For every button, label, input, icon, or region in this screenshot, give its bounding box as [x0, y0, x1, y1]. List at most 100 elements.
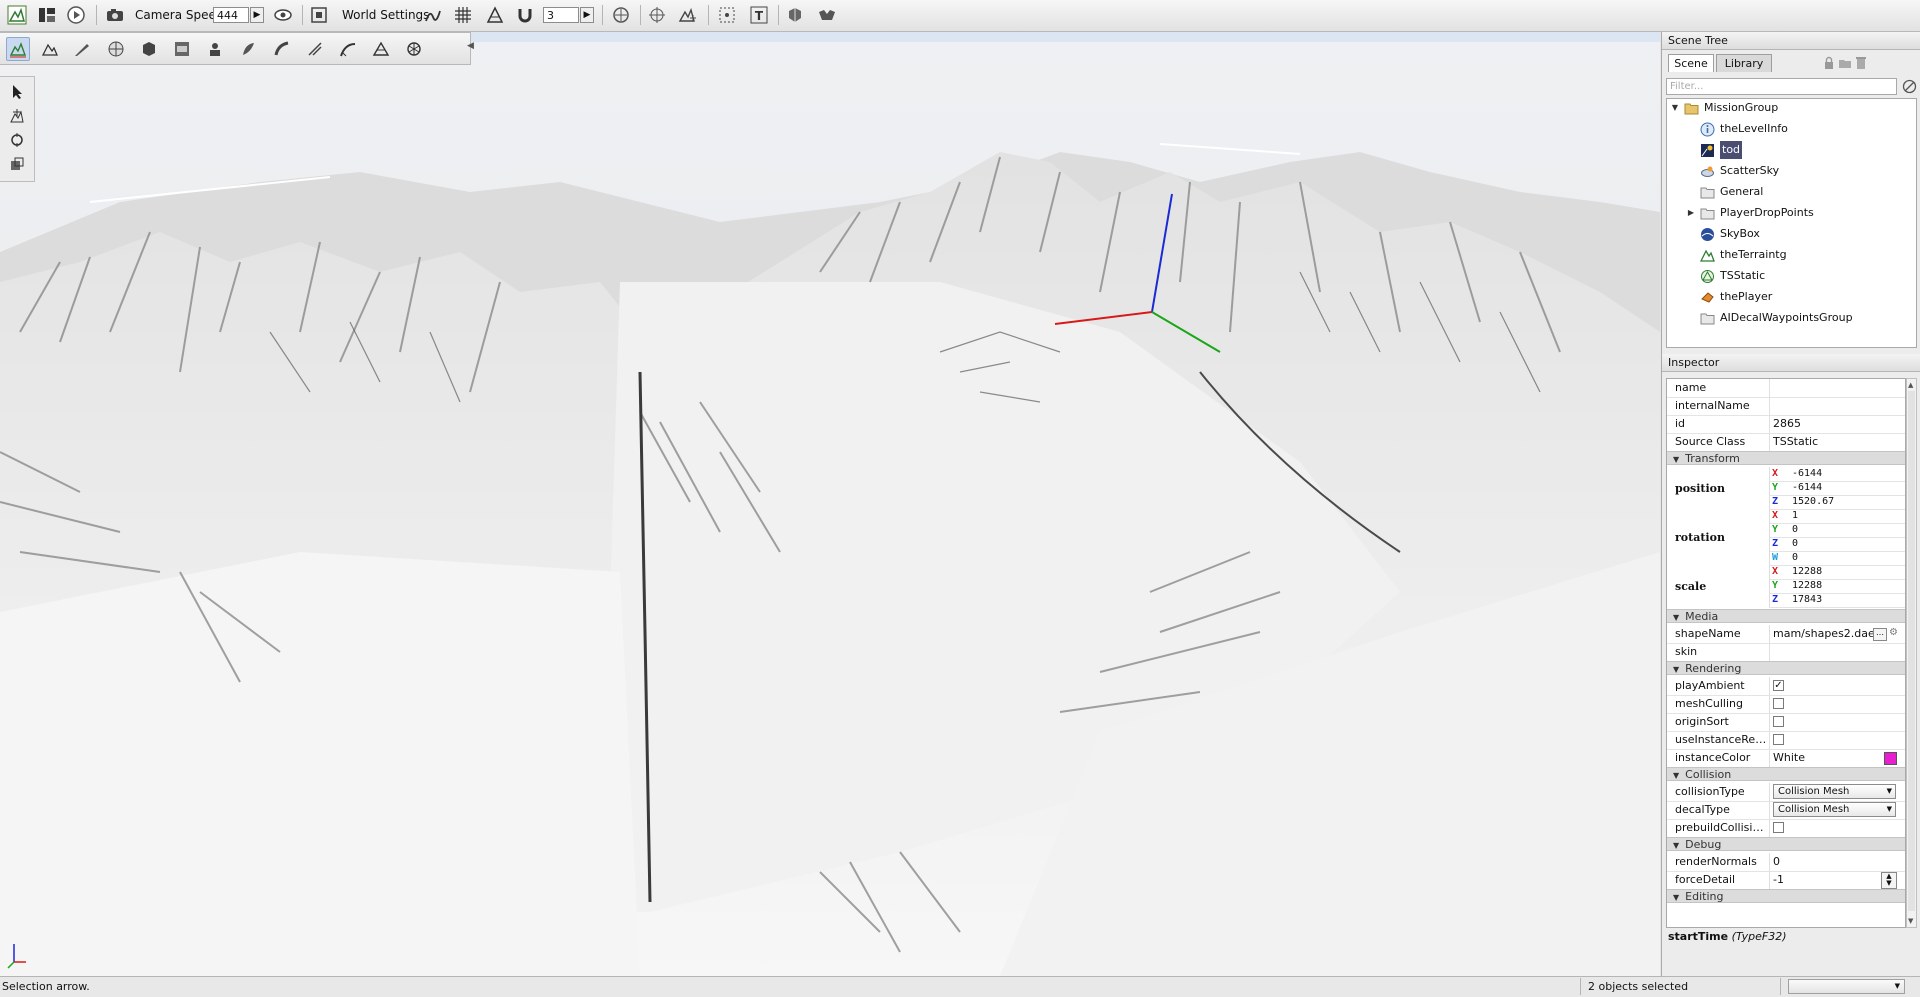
- decaltype-dropdown[interactable]: Collision Mesh ▼: [1773, 802, 1896, 817]
- useinstancerender-checkbox[interactable]: [1773, 734, 1784, 745]
- field-useinstancerender[interactable]: useInstanceRend...: [1667, 731, 1905, 750]
- field-rendernormals[interactable]: renderNormals 0: [1667, 853, 1905, 872]
- terrain-painter-icon[interactable]: [70, 37, 94, 61]
- field-instancecolor[interactable]: instanceColor White: [1667, 749, 1905, 768]
- field-collisiontype[interactable]: collisionType Collision Mesh ▼: [1667, 783, 1905, 802]
- visibility-eye-icon[interactable]: [272, 4, 294, 26]
- magnet-icon[interactable]: [514, 4, 536, 26]
- expand-missiongroup-icon[interactable]: ▼: [1670, 103, 1680, 113]
- scale-y[interactable]: Y 12288: [1769, 579, 1905, 594]
- instance-color-swatch[interactable]: [1884, 752, 1897, 765]
- move-tool-icon[interactable]: [5, 105, 29, 127]
- drop-at-camera-icon[interactable]: [816, 4, 838, 26]
- field-shapename[interactable]: shapeName mam/shapes2.dae … ⚙: [1667, 625, 1905, 644]
- datablock-editor-icon[interactable]: [170, 37, 194, 61]
- scale-z[interactable]: Z 17843: [1769, 593, 1905, 608]
- position-x[interactable]: X -6144: [1769, 467, 1905, 482]
- world-settings-label[interactable]: World Settings: [342, 8, 429, 22]
- tab-scene[interactable]: Scene: [1668, 54, 1714, 72]
- terrain-editor-icon[interactable]: [38, 37, 62, 61]
- inspector-scrollbar[interactable]: ▲ ▼: [1906, 378, 1917, 928]
- playambient-checkbox[interactable]: ✓: [1773, 680, 1784, 691]
- camera-speed-input[interactable]: 444: [213, 7, 249, 23]
- tree-item-scattersky[interactable]: ScatterSky: [1699, 162, 1779, 180]
- camera-icon[interactable]: [104, 4, 126, 26]
- tree-item-theterraintg[interactable]: theTerraintg: [1699, 246, 1787, 264]
- fit-view-icon[interactable]: [308, 4, 330, 26]
- browse-file-icon[interactable]: …: [1873, 628, 1887, 641]
- sketch-tool-icon[interactable]: [137, 37, 161, 61]
- tab-library[interactable]: Library: [1716, 54, 1772, 72]
- snap-value-increase-button[interactable]: ▶: [580, 7, 594, 23]
- collisiontype-dropdown[interactable]: Collision Mesh ▼: [1773, 784, 1896, 799]
- clear-filter-icon[interactable]: [1902, 79, 1917, 94]
- snap-bounds-icon[interactable]: [484, 4, 506, 26]
- snap-value-input[interactable]: 3: [543, 7, 579, 23]
- status-dropdown[interactable]: ▼: [1788, 979, 1905, 994]
- category-debug[interactable]: ▼ Debug: [1667, 837, 1905, 851]
- category-media[interactable]: ▼ Media: [1667, 609, 1905, 623]
- field-originsort[interactable]: originSort: [1667, 713, 1905, 732]
- material-editor-icon[interactable]: [104, 37, 128, 61]
- tree-item-missiongroup[interactable]: MissionGroup: [1683, 99, 1778, 117]
- drop-object-icon[interactable]: [784, 4, 806, 26]
- field-name[interactable]: name: [1667, 379, 1905, 398]
- play-game-icon[interactable]: [65, 4, 87, 26]
- object-transform-icon[interactable]: [610, 4, 632, 26]
- scale-x[interactable]: X 12288: [1769, 565, 1905, 580]
- edit-shape-icon[interactable]: ⚙: [1889, 627, 1898, 638]
- expand-playerdroppoints-icon[interactable]: ▶: [1686, 208, 1696, 218]
- field-prebuildcollisiondata[interactable]: prebuildCollisionD...: [1667, 819, 1905, 838]
- field-internalname[interactable]: internalName: [1667, 397, 1905, 416]
- tree-item-skybox[interactable]: SkyBox: [1699, 225, 1760, 243]
- select-box-icon[interactable]: [716, 4, 738, 26]
- 3d-viewport[interactable]: [0, 32, 1660, 976]
- rotation-y[interactable]: Y0: [1769, 523, 1905, 538]
- originsort-checkbox[interactable]: [1773, 716, 1784, 727]
- field-decaltype[interactable]: decalType Collision Mesh ▼: [1667, 801, 1905, 820]
- tree-item-tsstatic[interactable]: TSStatic: [1699, 267, 1765, 285]
- scene-filter-input[interactable]: Filter...: [1666, 78, 1897, 95]
- tree-item-general[interactable]: General: [1699, 183, 1763, 201]
- rotation-x[interactable]: X1: [1769, 509, 1905, 524]
- position-y[interactable]: Y -6144: [1769, 481, 1905, 496]
- category-rendering[interactable]: ▼ Rendering: [1667, 661, 1905, 675]
- text-labels-icon[interactable]: T: [748, 4, 770, 26]
- delete-icon[interactable]: [1854, 56, 1868, 70]
- decal-editor-icon[interactable]: [203, 37, 227, 61]
- lock-icon[interactable]: [1822, 56, 1836, 70]
- snap-to-terrain-icon[interactable]: [422, 4, 444, 26]
- object-editor-icon[interactable]: [6, 37, 30, 61]
- position-z[interactable]: Z 1520.67: [1769, 495, 1905, 510]
- forest-editor-icon[interactable]: [236, 37, 260, 61]
- new-folder-icon[interactable]: [1838, 56, 1852, 70]
- tree-item-thelevelinfo[interactable]: theLevelInfo: [1699, 120, 1788, 138]
- tree-item-tod[interactable]: tod: [1699, 141, 1743, 159]
- field-meshculling[interactable]: meshCulling: [1667, 695, 1905, 714]
- field-playambient[interactable]: playAmbient ✓: [1667, 677, 1905, 696]
- meshculling-checkbox[interactable]: [1773, 698, 1784, 709]
- mesh-road-editor-icon[interactable]: [270, 37, 294, 61]
- prebuildcollisiondata-checkbox[interactable]: [1773, 822, 1784, 833]
- tree-item-aidecalwaypointsgroup[interactable]: AIDecalWaypointsGroup: [1699, 309, 1853, 327]
- collapse-toolbar-icon[interactable]: ◀: [467, 41, 474, 51]
- rotation-w[interactable]: W0: [1769, 551, 1905, 566]
- gui-editor-icon[interactable]: [36, 4, 58, 26]
- particle-editor-icon[interactable]: [402, 37, 426, 61]
- convex-editor-icon[interactable]: [369, 37, 393, 61]
- tree-item-theplayer[interactable]: thePlayer: [1699, 288, 1772, 306]
- center-pivot-icon[interactable]: [646, 4, 668, 26]
- camera-speed-increase-button[interactable]: ▶: [250, 7, 264, 23]
- category-collision[interactable]: ▼ Collision: [1667, 767, 1905, 781]
- grid-snap-icon[interactable]: [452, 4, 474, 26]
- rotate-tool-icon[interactable]: [5, 129, 29, 151]
- forcedetail-spinner[interactable]: ▲ ▼: [1881, 872, 1897, 889]
- road-editor-icon[interactable]: [336, 37, 360, 61]
- category-transform[interactable]: ▼ Transform: [1667, 451, 1905, 465]
- world-axis-icon[interactable]: [676, 4, 698, 26]
- river-editor-icon[interactable]: [303, 37, 327, 61]
- scale-tool-icon[interactable]: [5, 153, 29, 175]
- rotation-z[interactable]: Z0: [1769, 537, 1905, 552]
- selection-arrow-icon[interactable]: [5, 81, 29, 103]
- category-editing[interactable]: ▼ Editing: [1667, 889, 1905, 903]
